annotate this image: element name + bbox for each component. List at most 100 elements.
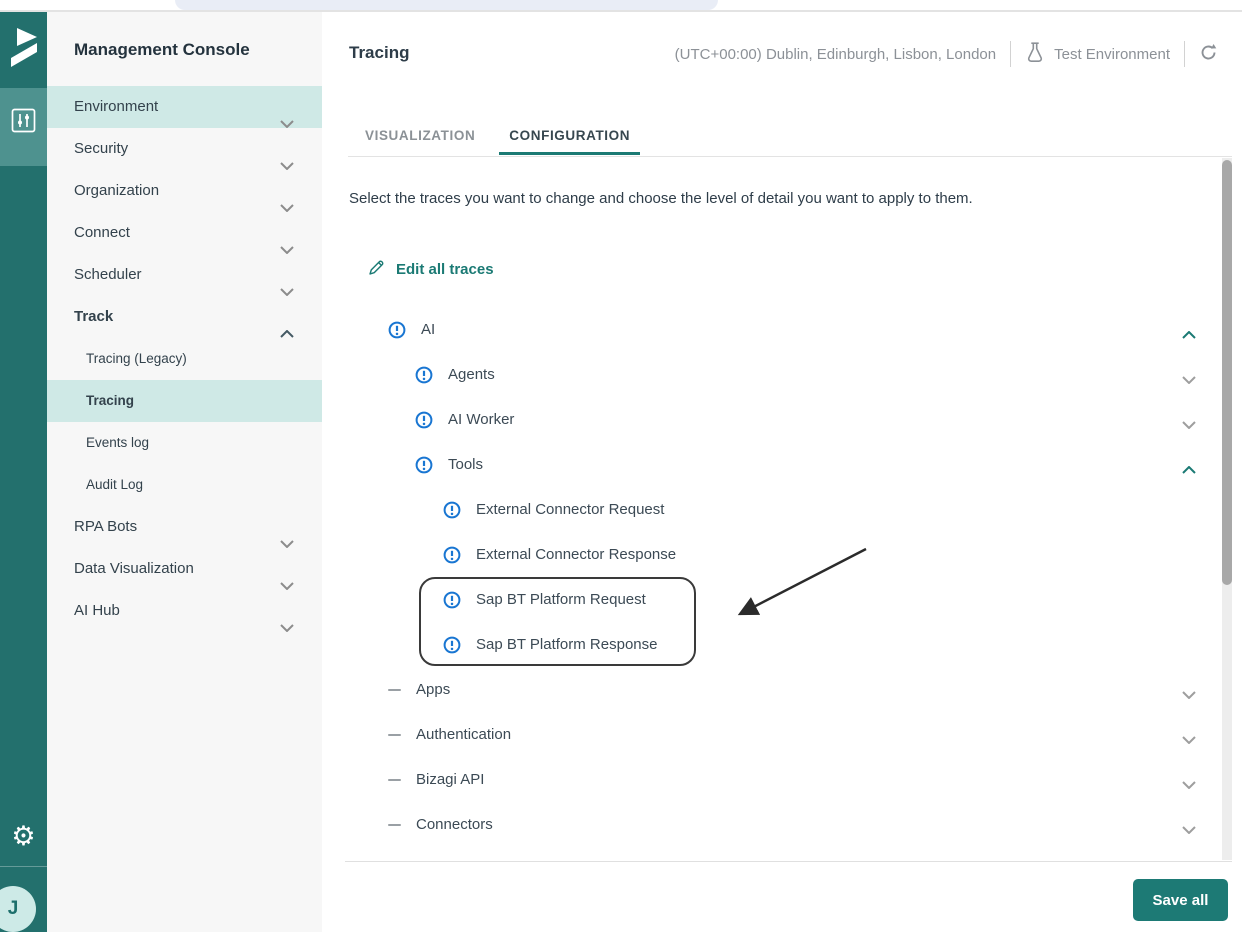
header-right: (UTC+00:00) Dublin, Edinburgh, Lisbon, L…: [675, 40, 1218, 68]
timezone-label: (UTC+00:00) Dublin, Edinburgh, Lisbon, L…: [675, 46, 996, 63]
tree-row-label: Sap BT Platform Response: [476, 636, 657, 653]
sidebar-item-scheduler[interactable]: Scheduler: [47, 254, 322, 296]
sidebar-item-rpa-bots[interactable]: RPA Bots: [47, 506, 322, 548]
tree-row-label: Agents: [448, 366, 495, 383]
tree-row-connectors[interactable]: Connectors: [349, 802, 1222, 847]
edit-all-traces-button[interactable]: Edit all traces: [367, 258, 494, 281]
sidebar-title: Management Console: [74, 40, 250, 60]
tab-bar: VISUALIZATION CONFIGURATION: [355, 128, 640, 155]
dash-icon: [388, 779, 401, 781]
tree-row-label: Bizagi API: [416, 771, 484, 788]
sidebar: Management Console Environment Security …: [47, 12, 322, 932]
gear-icon[interactable]: ⚙: [7, 820, 40, 853]
tree-row-label: AI: [421, 321, 435, 338]
chevron-down-icon[interactable]: [1182, 416, 1196, 433]
sidebar-item-label: RPA Bots: [74, 518, 137, 535]
sidebar-item-environment[interactable]: Environment: [47, 86, 322, 128]
tree-row-external-connector-request[interactable]: External Connector Request: [349, 487, 1222, 532]
sidebar-item-connect[interactable]: Connect: [47, 212, 322, 254]
info-icon: [443, 501, 461, 519]
header-divider: [1010, 41, 1011, 67]
sidebar-item-ai-hub[interactable]: AI Hub: [47, 590, 322, 632]
tree-row-apps[interactable]: Apps: [349, 667, 1222, 712]
environment-label: Test Environment: [1054, 46, 1170, 63]
tree-row-label: Apps: [416, 681, 450, 698]
sidebar-item-data-visualization[interactable]: Data Visualization: [47, 548, 322, 590]
tree-row-label: External Connector Request: [476, 501, 664, 518]
sidebar-item-label: AI Hub: [74, 602, 120, 619]
dash-icon: [388, 734, 401, 736]
sidebar-subitem-label: Tracing (Legacy): [86, 351, 187, 366]
tree-row-tools[interactable]: Tools: [349, 442, 1222, 487]
info-icon: [415, 366, 433, 384]
icon-rail: ⚙: [0, 12, 47, 932]
tree-row-sap-bt-platform-request[interactable]: Sap BT Platform Request: [349, 577, 1222, 622]
tree-row-authentication[interactable]: Authentication: [349, 712, 1222, 757]
sidebar-item-track[interactable]: Track: [47, 296, 322, 338]
sidebar-item-label: Data Visualization: [74, 560, 194, 577]
tree-row-ai-worker[interactable]: AI Worker: [349, 397, 1222, 442]
page-title: Tracing: [349, 43, 409, 63]
save-all-button[interactable]: Save all: [1133, 879, 1228, 921]
sidebar-item-organization[interactable]: Organization: [47, 170, 322, 212]
dash-icon: [388, 689, 401, 691]
sidebar-item-label: Security: [74, 140, 128, 157]
chevron-down-icon[interactable]: [1182, 821, 1196, 838]
tree-row-external-connector-response[interactable]: External Connector Response: [349, 532, 1222, 577]
tree-row-label: Sap BT Platform Request: [476, 591, 646, 608]
header-divider: [1184, 41, 1185, 67]
sidebar-item-tracing-legacy[interactable]: Tracing (Legacy): [47, 338, 322, 380]
edit-all-traces-label: Edit all traces: [396, 261, 494, 278]
chevron-up-icon[interactable]: [1182, 326, 1196, 343]
environment-indicator[interactable]: Test Environment: [1025, 41, 1170, 67]
tree-row-label: AI Worker: [448, 411, 514, 428]
app-window: ⚙ J Management Console Environment Secur…: [0, 0, 1242, 932]
tree-row-label: Authentication: [416, 726, 511, 743]
config-description: Select the traces you want to change and…: [349, 190, 973, 207]
info-icon: [443, 591, 461, 609]
dash-icon: [388, 824, 401, 826]
rail-divider: [0, 866, 47, 867]
chevron-down-icon[interactable]: [1182, 371, 1196, 388]
tree-row-ai[interactable]: AI: [349, 307, 1222, 352]
chevron-down-icon[interactable]: [1182, 776, 1196, 793]
flask-icon: [1025, 41, 1045, 67]
sidebar-item-audit-log[interactable]: Audit Log: [47, 464, 322, 506]
chevron-up-icon[interactable]: [1182, 461, 1196, 478]
sidebar-item-label: Track: [74, 308, 113, 325]
panel-bottom-divider: [345, 861, 1232, 862]
sidebar-subitem-label: Events log: [86, 435, 149, 450]
tree-row-bizagi-api[interactable]: Bizagi API: [349, 757, 1222, 802]
info-icon: [415, 411, 433, 429]
bizagi-logo[interactable]: [8, 26, 40, 77]
browser-autofill-pill: [175, 0, 718, 10]
sidebar-subitem-label: Tracing: [86, 393, 134, 408]
sidebar-item-tracing[interactable]: Tracing: [47, 380, 322, 422]
scrollbar-thumb[interactable]: [1222, 160, 1232, 585]
sidebar-item-events-log[interactable]: Events log: [47, 422, 322, 464]
pencil-icon: [367, 258, 386, 281]
chevron-down-icon: [280, 607, 294, 649]
tree-row-label: External Connector Response: [476, 546, 676, 563]
refresh-icon[interactable]: [1199, 43, 1218, 66]
sidebar-subitem-label: Audit Log: [86, 477, 143, 492]
tree-row-label: Connectors: [416, 816, 493, 833]
sidebar-item-label: Environment: [74, 98, 158, 115]
tree-row-agents[interactable]: Agents: [349, 352, 1222, 397]
tab-visualization[interactable]: VISUALIZATION: [355, 128, 485, 155]
info-icon: [388, 321, 406, 339]
tree-row-sap-bt-platform-response[interactable]: Sap BT Platform Response: [349, 622, 1222, 667]
sliders-icon[interactable]: [11, 108, 36, 138]
sidebar-item-label: Connect: [74, 224, 130, 241]
sidebar-nav: Environment Security Organization Connec…: [47, 86, 322, 632]
sidebar-item-security[interactable]: Security: [47, 128, 322, 170]
tab-bar-divider: [348, 156, 1232, 157]
info-icon: [443, 546, 461, 564]
chevron-down-icon[interactable]: [1182, 686, 1196, 703]
chevron-down-icon[interactable]: [1182, 731, 1196, 748]
tab-configuration[interactable]: CONFIGURATION: [499, 128, 640, 155]
sidebar-item-label: Scheduler: [74, 266, 142, 283]
info-icon: [415, 456, 433, 474]
trace-tree: AI Agents AI Worker Tools: [349, 307, 1222, 847]
sidebar-item-label: Organization: [74, 182, 159, 199]
